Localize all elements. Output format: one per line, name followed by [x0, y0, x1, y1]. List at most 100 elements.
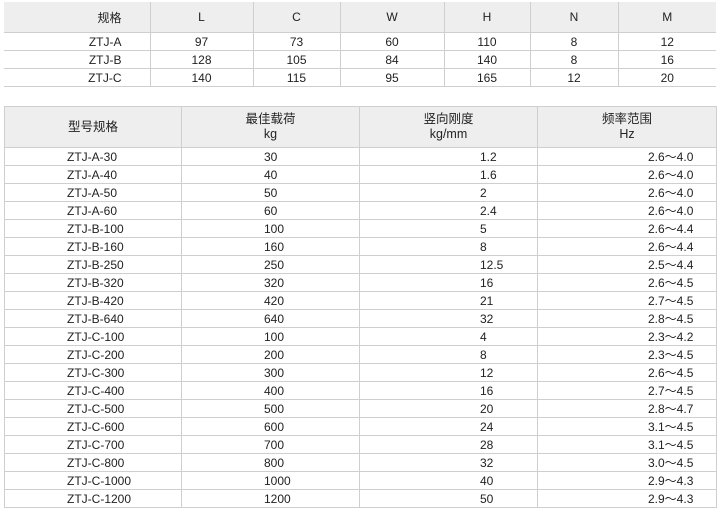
spec-cell: ZTJ-B-250 [4, 255, 182, 274]
dimension-cell: ZTJ-B [4, 50, 151, 69]
spec-cell: 50 [181, 183, 360, 202]
spec-cell: ZTJ-C-300 [4, 363, 182, 382]
spec-cell: 500 [181, 399, 360, 418]
spec-cell: 24 [359, 417, 538, 436]
spec-cell: 16 [359, 381, 538, 400]
spec-cell: 16 [359, 273, 538, 292]
dimension-header-cell: W [339, 2, 445, 33]
dimension-table-header: 规格 L C W H N M [4, 2, 716, 33]
spec-cell: 2.6～4.0 [537, 165, 717, 184]
spec-cell: 160 [181, 237, 360, 256]
spec-cell: 420 [181, 291, 360, 310]
dimension-header-cell: L [149, 2, 254, 33]
dimension-cell: 95 [339, 68, 445, 87]
table-row: ZTJ-B-250 250 12.5 2.5～4.4 [4, 255, 717, 274]
spec-cell: ZTJ-B-100 [4, 219, 182, 238]
dimension-cell: 8 [529, 32, 619, 51]
dimension-header-cell: M [617, 2, 716, 33]
spec-cell: 12 [359, 363, 538, 382]
dimension-table: 规格 L C W H N M ZTJ-A 97 73 60 110 8 12 ZTJ-B 128 105 84 14… [4, 2, 716, 87]
spec-cell: 2.9～4.3 [537, 489, 717, 508]
table-row: ZTJ-A-50 50 2 2.6～4.0 [4, 183, 717, 202]
spec-cell: 2.6～4.0 [537, 183, 717, 202]
table-row: ZTJ-B-420 420 21 2.7～4.5 [4, 291, 717, 310]
spec-cell: 1.2 [359, 147, 538, 166]
spec-header-cell: 最佳载荷 kg [181, 106, 360, 148]
table-row: ZTJ-A-30 30 1.2 2.6～4.0 [4, 147, 717, 166]
dimension-cell: 12 [617, 32, 716, 51]
dimension-cell: 12 [529, 68, 619, 87]
spec-cell: 2.7～4.5 [537, 291, 717, 310]
table-row: ZTJ-C-300 300 12 2.6～4.5 [4, 363, 717, 382]
table-row: ZTJ-C-600 600 24 3.1～4.5 [4, 417, 717, 436]
table-row: ZTJ-B-160 160 8 2.6～4.4 [4, 237, 717, 256]
spec-cell: 40 [181, 165, 360, 184]
table-row: ZTJ-B-640 640 32 2.8～4.5 [4, 309, 717, 328]
dimension-header-cell: C [252, 2, 341, 33]
dimension-cell: ZTJ-A [4, 32, 151, 51]
spec-header-cell: 竖向刚度 kg/mm [359, 106, 538, 148]
spec-cell: 30 [181, 147, 360, 166]
dimension-cell: 8 [529, 50, 619, 69]
dimension-cell: 165 [443, 68, 531, 87]
table-row: ZTJ-C-500 500 20 2.8～4.7 [4, 399, 717, 418]
table-row: ZTJ-C-400 400 16 2.7～4.5 [4, 381, 717, 400]
spec-cell: 2.8～4.7 [537, 399, 717, 418]
spec-cell: 640 [181, 309, 360, 328]
spec-header-unit: kg/mm [429, 127, 468, 141]
spec-header-cell: 频率范围 Hz [537, 106, 717, 148]
spec-cell: 2.4 [359, 201, 538, 220]
dimension-cell: 16 [617, 50, 716, 69]
spec-header-title: 竖向刚度 [423, 112, 474, 126]
spec-cell: 200 [181, 345, 360, 364]
spec-cell: 32 [359, 453, 538, 472]
spec-cell: 700 [181, 435, 360, 454]
spec-table: 型号规格 最佳载荷 kg 竖向刚度 kg/mm 频率范围 Hz ZTJ-A-30 30 1.2 2.… [4, 106, 717, 508]
table-row: ZTJ-B 128 105 84 140 8 16 [4, 50, 716, 69]
spec-cell: ZTJ-A-40 [4, 165, 182, 184]
spec-cell: 3.1～4.5 [537, 417, 717, 436]
spec-cell: 4 [359, 327, 538, 346]
dimension-cell: 105 [252, 50, 341, 69]
spec-cell: 50 [359, 489, 538, 508]
spec-cell: ZTJ-B-640 [4, 309, 182, 328]
spec-cell: 40 [359, 471, 538, 490]
spec-cell: 2.6～4.4 [537, 237, 717, 256]
spec-cell: 32 [359, 309, 538, 328]
dimension-header-cell: H [443, 2, 531, 33]
spec-cell: 1000 [181, 471, 360, 490]
spec-cell: 300 [181, 363, 360, 382]
spec-cell: 2.3～4.5 [537, 345, 717, 364]
spec-cell: ZTJ-A-30 [4, 147, 182, 166]
dimension-cell: ZTJ-C [4, 68, 151, 87]
spec-cell: 2.6～4.5 [537, 273, 717, 292]
spec-cell: 2.6～4.0 [537, 201, 717, 220]
spec-cell: 320 [181, 273, 360, 292]
spec-header-unit: Hz [619, 127, 635, 141]
spec-header-title: 最佳载荷 [245, 112, 296, 126]
spec-cell: 5 [359, 219, 538, 238]
spec-cell: 600 [181, 417, 360, 436]
spec-cell: 3.0～4.5 [537, 453, 717, 472]
table-row: ZTJ-A-60 60 2.4 2.6～4.0 [4, 201, 717, 220]
table-row: ZTJ-A-40 40 1.6 2.6～4.0 [4, 165, 717, 184]
spec-cell: 2.5～4.4 [537, 255, 717, 274]
spec-cell: 2.8～4.5 [537, 309, 717, 328]
table-row: ZTJ-B-320 320 16 2.6～4.5 [4, 273, 717, 292]
spec-cell: 2.6～4.0 [537, 147, 717, 166]
spec-cell: ZTJ-C-800 [4, 453, 182, 472]
spec-header-cell: 型号规格 [4, 106, 182, 148]
spec-cell: 100 [181, 219, 360, 238]
table-row: ZTJ-B-100 100 5 2.6～4.4 [4, 219, 717, 238]
spec-cell: ZTJ-A-50 [4, 183, 182, 202]
table-row: ZTJ-C-700 700 28 3.1～4.5 [4, 435, 717, 454]
spec-cell: 2.3～4.2 [537, 327, 717, 346]
dimension-header-cell: N [529, 2, 619, 33]
spec-header-title: 频率范围 [601, 112, 652, 126]
spec-cell: 2.9～4.3 [537, 471, 717, 490]
spec-cell: ZTJ-C-1000 [4, 471, 182, 490]
spec-cell: ZTJ-C-1200 [4, 489, 182, 508]
spec-header-unit: kg [263, 127, 278, 141]
table-row: ZTJ-A 97 73 60 110 8 12 [4, 32, 716, 51]
spec-cell: ZTJ-B-420 [4, 291, 182, 310]
